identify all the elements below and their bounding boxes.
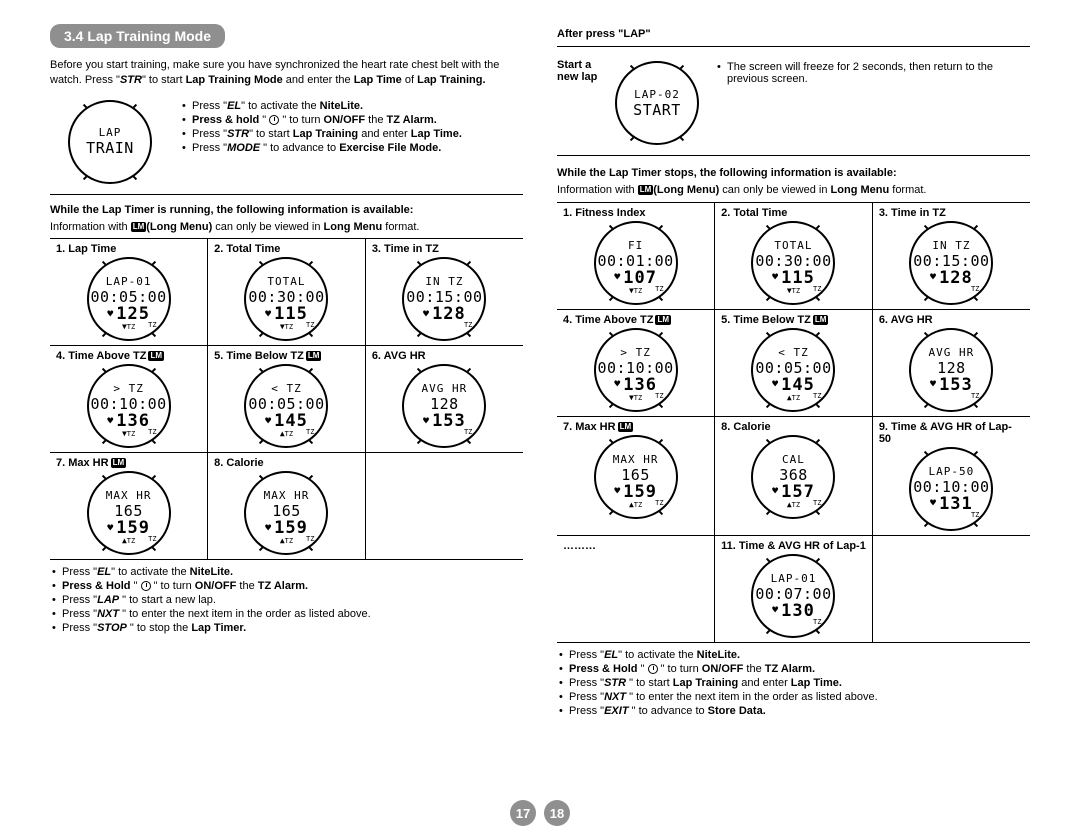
intro-block: LAP TRAIN Press "EL" to activate the Nit… [50,98,523,195]
lm-badge-icon: LM [638,185,654,195]
watch-face: LAP-01 00:07:00 ♥130 TZ [751,554,835,638]
watch-face: > TZ 00:10:00 ♥136 TZ ▼TZ [87,364,171,448]
watch-face: TOTAL 00:30:00 ♥115 TZ ▼TZ [244,257,328,341]
cell-title: 3. Time in TZ [372,243,517,255]
grid-cell: 1. Lap Time LAP-01 00:05:00 ♥125 TZ ▼TZ [50,239,208,346]
right-grid: 1. Fitness Index FI 00:01:00 ♥107 TZ ▼TZ… [557,202,1030,643]
right-column: After press "LAP" Start a new lap LAP-02… [557,24,1030,719]
cell-title: 8. Calorie [721,421,866,433]
right-footer-list: Press "EL" to activate the NiteLite. Pre… [557,649,1030,717]
grid-cell: 2. Total Time TOTAL 00:30:00 ♥115 TZ ▼TZ [208,239,366,346]
grid-cell: 3. Time in TZ IN TZ 00:15:00 ♥128 TZ [872,202,1030,309]
watch-face: MAX HR 165 ♥159 TZ ▲TZ [244,471,328,555]
cell-title: 2. Total Time [214,243,359,255]
cell-title: 11. Time & AVG HR of Lap-1 [721,540,866,552]
watch-face: IN TZ 00:15:00 ♥128 TZ [909,221,993,305]
page-num-right: 18 [544,800,570,826]
grid-cell: 4. Time Above TZ LM > TZ 00:10:00 ♥136 T… [557,309,715,416]
cell-title: 1. Lap Time [56,243,201,255]
watch-face: AVG HR 128 ♥153 TZ [909,328,993,412]
clock-icon [269,115,279,125]
grid-cell: 1. Fitness Index FI 00:01:00 ♥107 TZ ▼TZ [557,202,715,309]
left-grid: 1. Lap Time LAP-01 00:05:00 ♥125 TZ ▼TZ … [50,238,523,560]
lm-badge-icon: LM [131,222,147,232]
watch-face: < TZ 00:05:00 ♥145 TZ ▲TZ [751,328,835,412]
lm-badge-icon: LM [813,315,829,325]
cell-title: ……… [563,540,708,552]
watch-face: IN TZ 00:15:00 ♥128 TZ [402,257,486,341]
watch-face: CAL 368 ♥157 TZ ▲TZ [751,435,835,519]
stops-header: While the Lap Timer stops, the following… [557,166,1030,181]
grid-cell: 11. Time & AVG HR of Lap-1 LAP-01 00:07:… [715,535,873,642]
after-press-heading: After press "LAP" [557,28,1030,40]
grid-cell: 3. Time in TZ IN TZ 00:15:00 ♥128 TZ [365,239,523,346]
grid-cell: 9. Time & AVG HR of Lap-50 LAP-50 00:10:… [872,416,1030,535]
grid-cell: 7. Max HR LM MAX HR 165 ♥159 TZ ▲TZ [557,416,715,535]
cell-title: 4. Time Above TZ LM [56,350,201,362]
cell-title: 2. Total Time [721,207,866,219]
cell-title: 6. AVG HR [879,314,1024,326]
grid-cell: 5. Time Below TZ LM < TZ 00:05:00 ♥145 T… [208,346,366,453]
lm-note-right: Information with LM(Long Menu) can only … [557,183,1030,198]
watch-face: > TZ 00:10:00 ♥136 TZ ▼TZ [594,328,678,412]
lm-badge-icon: LM [618,422,634,432]
grid-cell: 8. Calorie CAL 368 ♥157 TZ ▲TZ [715,416,873,535]
cell-title: 3. Time in TZ [879,207,1024,219]
left-footer-list: Press "EL" to activate the NiteLite. Pre… [50,566,523,634]
section-title: 3.4 Lap Training Mode [50,24,225,48]
watch-face: LAP-01 00:05:00 ♥125 TZ ▼TZ [87,257,171,341]
left-column: 3.4 Lap Training Mode Before you start t… [50,24,523,719]
grid-cell: ……… [557,535,715,642]
lm-badge-icon: LM [306,351,322,361]
cell-title: 8. Calorie [214,457,359,469]
page-num-left: 17 [510,800,536,826]
intro-bullets: Press "EL" to activate the NiteLite. Pre… [180,98,523,184]
grid-cell: 5. Time Below TZ LM < TZ 00:05:00 ♥145 T… [715,309,873,416]
lm-note: Information with LM(Long Menu) can only … [50,220,523,235]
watch-face: < TZ 00:05:00 ♥145 TZ ▲TZ [244,364,328,448]
watch-lap-train: LAP TRAIN [68,100,152,184]
grid-cell: 2. Total Time TOTAL 00:30:00 ♥115 TZ ▼TZ [715,202,873,309]
watch-face: AVG HR 128 ♥153 TZ [402,364,486,448]
clock-icon [141,581,151,591]
watch-face: TOTAL 00:30:00 ♥115 TZ ▼TZ [751,221,835,305]
cell-title: 5. Time Below TZ LM [721,314,866,326]
cell-title: 9. Time & AVG HR of Lap-50 [879,421,1024,445]
lm-badge-icon: LM [655,315,671,325]
watch-lap02-start: LAP-02 START [615,61,699,145]
watch-face: MAX HR 165 ♥159 TZ ▲TZ [87,471,171,555]
running-header: While the Lap Timer is running, the foll… [50,203,523,218]
cell-title: 7. Max HR LM [563,421,708,433]
grid-cell: 8. Calorie MAX HR 165 ♥159 TZ ▲TZ [208,453,366,560]
cell-title: 7. Max HR LM [56,457,201,469]
grid-cell: 6. AVG HR AVG HR 128 ♥153 TZ [872,309,1030,416]
cell-title: 4. Time Above TZ LM [563,314,708,326]
lm-badge-icon: LM [148,351,164,361]
intro-paragraph: Before you start training, make sure you… [50,58,523,88]
cell-title: 5. Time Below TZ LM [214,350,359,362]
watch-face: LAP-50 00:10:00 ♥131 TZ [909,447,993,531]
grid-cell-empty [365,453,523,560]
watch-face: FI 00:01:00 ♥107 TZ ▼TZ [594,221,678,305]
grid-cell-empty [872,535,1030,642]
cell-title: 6. AVG HR [372,350,517,362]
grid-cell: 6. AVG HR AVG HR 128 ♥153 TZ [365,346,523,453]
page-numbers: 17 18 [510,800,570,826]
grid-cell: 4. Time Above TZ LM > TZ 00:10:00 ♥136 T… [50,346,208,453]
watch-face: MAX HR 165 ♥159 TZ ▲TZ [594,435,678,519]
cell-title: 1. Fitness Index [563,207,708,219]
start-lap-row: Start a new lap LAP-02 START The screen … [557,53,1030,156]
clock-icon [648,664,658,674]
grid-cell: 7. Max HR LM MAX HR 165 ♥159 TZ ▲TZ [50,453,208,560]
lm-badge-icon: LM [111,458,127,468]
